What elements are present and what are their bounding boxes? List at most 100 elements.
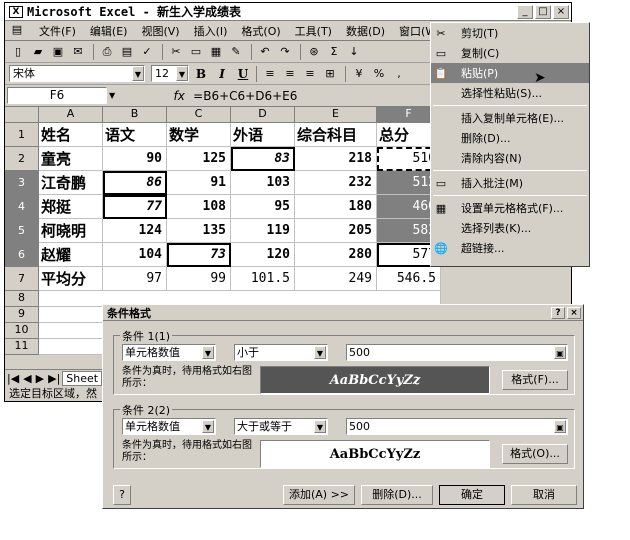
menu-file[interactable]: 文件(F) [39, 23, 76, 39]
score-cell[interactable]: 77 [103, 195, 167, 219]
tab-scroll-icon[interactable]: ▶| [48, 372, 60, 385]
autosum-icon[interactable]: Σ [325, 44, 343, 60]
menu-item-hyperlink[interactable]: 🌐 超链接... [431, 238, 589, 258]
name-cell[interactable]: 江奇鹏 [39, 171, 103, 195]
menu-data[interactable]: 数据(D) [346, 23, 385, 39]
cancel-button[interactable]: 取消 [511, 485, 577, 505]
score-cell[interactable]: 103 [231, 171, 295, 195]
condition-1-value-input[interactable]: 500 ▣ [346, 344, 568, 361]
chevron-down-icon[interactable]: ▼ [314, 420, 326, 433]
preview-icon[interactable]: ▤ [118, 44, 136, 60]
score-cell[interactable]: 83 [231, 147, 295, 171]
menu-item-clear[interactable]: 清除内容(N) [431, 148, 589, 168]
table-header-cell[interactable]: 综合科目 [295, 123, 377, 147]
row-header[interactable]: 9 [5, 307, 39, 323]
row-header[interactable]: 7 [5, 267, 39, 291]
range-picker-icon[interactable]: ▣ [554, 346, 566, 359]
sort-asc-icon[interactable]: ↓ [345, 44, 363, 60]
menu-item-cut[interactable]: ✂ 剪切(T) [431, 23, 589, 43]
close-button[interactable]: × [553, 4, 569, 19]
redo-icon[interactable]: ↷ [276, 44, 294, 60]
align-center-icon[interactable]: ≡ [281, 66, 299, 82]
score-cell[interactable]: 205 [295, 219, 377, 243]
underline-button[interactable]: U [234, 66, 252, 82]
help-icon[interactable]: ? [551, 306, 565, 319]
avg-cell[interactable]: 97 [103, 267, 167, 291]
sheet-tab[interactable]: Sheet [62, 371, 103, 386]
menu-format[interactable]: 格式(O) [241, 23, 280, 39]
font-name-select[interactable]: 宋体 ▼ [9, 65, 145, 82]
format-painter-icon[interactable]: ✎ [227, 44, 245, 60]
tab-scroll-icon[interactable]: ▶ [36, 372, 44, 385]
table-header-cell[interactable]: 语文 [103, 123, 167, 147]
chevron-down-icon[interactable]: ▼ [109, 91, 115, 100]
print-icon[interactable]: ⎙ [98, 44, 116, 60]
paste-icon[interactable]: ▦ [207, 44, 225, 60]
align-left-icon[interactable]: ≡ [261, 66, 279, 82]
name-box[interactable]: F6 [7, 87, 107, 104]
menu-item-format-cells[interactable]: ▦ 设置单元格格式(F)... [431, 198, 589, 218]
column-header[interactable]: D [231, 107, 295, 123]
score-cell[interactable]: 232 [295, 171, 377, 195]
row-header[interactable]: 11 [5, 339, 39, 355]
menu-view[interactable]: 视图(V) [141, 23, 179, 39]
column-header[interactable]: C [167, 107, 231, 123]
fx-icon[interactable]: fx [165, 89, 193, 103]
score-cell[interactable]: 95 [231, 195, 295, 219]
menu-item-insert-comment[interactable]: ▭ 插入批注(M) [431, 173, 589, 193]
new-icon[interactable]: ▯ [9, 44, 27, 60]
italic-button[interactable]: I [213, 66, 231, 82]
comma-icon[interactable]: , [390, 66, 408, 82]
column-header[interactable]: B [103, 107, 167, 123]
name-cell[interactable]: 郑挺 [39, 195, 103, 219]
column-header[interactable]: A [39, 107, 103, 123]
avg-label-cell[interactable]: 平均分 [39, 267, 103, 291]
merge-center-icon[interactable]: ⊞ [321, 66, 339, 82]
avg-cell[interactable]: 99 [167, 267, 231, 291]
score-cell[interactable]: 91 [167, 171, 231, 195]
score-cell[interactable]: 86 [103, 171, 167, 195]
condition-1-operator-select[interactable]: 小于 ▼ [234, 344, 328, 361]
save-icon[interactable]: ▣ [49, 44, 67, 60]
menu-item-pick-list[interactable]: 选择列表(K)... [431, 218, 589, 238]
avg-cell[interactable]: 249 [295, 267, 377, 291]
row-header[interactable]: 10 [5, 323, 39, 339]
table-header-cell[interactable]: 外语 [231, 123, 295, 147]
row-header[interactable]: 2 [5, 147, 39, 171]
menu-item-insert-copied[interactable]: 插入复制单元格(E)... [431, 108, 589, 128]
menu-item-paste-special[interactable]: 选择性粘贴(S)... [431, 83, 589, 103]
mail-icon[interactable]: ✉ [69, 44, 87, 60]
copy-icon[interactable]: ▭ [187, 44, 205, 60]
score-cell[interactable]: 108 [167, 195, 231, 219]
menu-item-paste[interactable]: 📋 粘贴(P) [431, 63, 589, 83]
align-right-icon[interactable]: ≡ [301, 66, 319, 82]
range-picker-icon[interactable]: ▣ [554, 420, 566, 433]
chevron-down-icon[interactable]: ▼ [314, 346, 326, 359]
help-icon[interactable]: ? [113, 485, 131, 505]
ok-button[interactable]: 确定 [439, 485, 505, 505]
spelling-icon[interactable]: ✓ [138, 44, 156, 60]
score-cell[interactable]: 125 [167, 147, 231, 171]
row-header[interactable]: 5 [5, 219, 39, 243]
row-header[interactable]: 1 [5, 123, 39, 147]
name-cell[interactable]: 柯晓明 [39, 219, 103, 243]
delete-button[interactable]: 删除(D)... [361, 485, 433, 505]
tab-scroll-icon[interactable]: ◀ [23, 372, 31, 385]
formula-input[interactable]: =B6+C6+D6+E6 [193, 89, 297, 103]
chevron-down-icon[interactable]: ▼ [132, 66, 144, 81]
open-icon[interactable]: ▰ [29, 44, 47, 60]
score-cell[interactable]: 104 [103, 243, 167, 267]
score-cell[interactable]: 119 [231, 219, 295, 243]
score-cell[interactable]: 120 [231, 243, 295, 267]
score-cell[interactable]: 180 [295, 195, 377, 219]
score-cell[interactable]: 218 [295, 147, 377, 171]
row-header[interactable]: 3 [5, 171, 39, 195]
menu-item-delete[interactable]: 删除(D)... [431, 128, 589, 148]
chevron-down-icon[interactable]: ▼ [202, 420, 214, 433]
percent-icon[interactable]: % [370, 66, 388, 82]
menu-tools[interactable]: 工具(T) [295, 23, 332, 39]
tab-scroll-icon[interactable]: |◀ [7, 372, 19, 385]
condition-1-type-select[interactable]: 单元格数值 ▼ [122, 344, 216, 361]
name-cell[interactable]: 童亮 [39, 147, 103, 171]
avg-cell[interactable]: 546.5 [377, 267, 441, 291]
